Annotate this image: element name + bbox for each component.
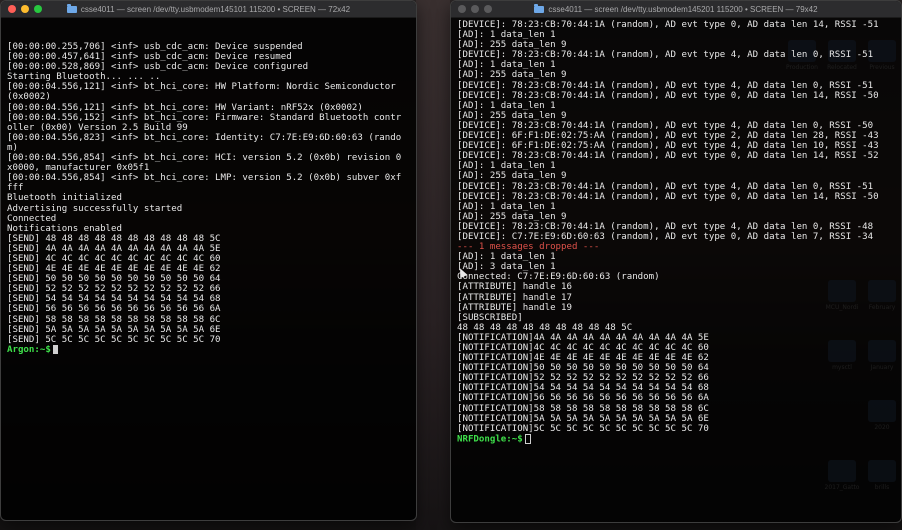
terminal-line: [NOTIFICATION]54 54 54 54 54 54 54 54 54… bbox=[457, 383, 709, 394]
terminal-window-nrfdongle[interactable]: csse4011 — screen /dev/tty.usbmodem14520… bbox=[450, 0, 902, 523]
terminal-line: [SEND] 5A 5A 5A 5A 5A 5A 5A 5A 5A 5A 6E bbox=[7, 324, 221, 335]
window-title: csse4011 — screen /dev/tty.usbmodem14510… bbox=[80, 4, 351, 14]
terminal-line: [SEND] 56 56 56 56 56 56 56 56 56 56 6A bbox=[7, 304, 221, 315]
terminal-line: [DEVICE]: 78:23:CB:70:44:1A (random), AD… bbox=[457, 221, 874, 232]
folder-icon bbox=[66, 3, 77, 13]
terminal-line: [DEVICE]: 78:23:CB:70:44:1A (random), AD… bbox=[457, 80, 874, 91]
terminal-line: [AD]: 1 data_len 1 bbox=[457, 60, 556, 71]
terminal-line: Starting Bluetooth... ... .. bbox=[7, 72, 161, 83]
terminal-line: x0000, manufacturer 0x05f1 bbox=[7, 163, 150, 174]
terminal-line: [SEND] 48 48 48 48 48 48 48 48 48 48 5C bbox=[7, 233, 221, 244]
terminal-line: [AD]: 255 data_len 9 bbox=[457, 40, 567, 51]
text-cursor bbox=[524, 433, 531, 444]
desktop-background bbox=[416, 0, 450, 530]
terminal-line: Connected bbox=[7, 213, 57, 224]
terminal-line: oller (0x00) Version 2.5 Build 99 bbox=[7, 122, 188, 133]
terminal-line: [00:00:04.556,152] <inf> bt_hci_core: Fi… bbox=[7, 112, 402, 123]
terminal-line: [DEVICE]: 78:23:CB:70:44:1A (random), AD… bbox=[457, 151, 879, 162]
terminal-line: [AD]: 1 data_len 1 bbox=[457, 161, 556, 172]
terminal-line: Connected: C7:7E:E9:6D:60:63 (random) bbox=[457, 272, 660, 283]
terminal-line: [00:00:00.457,641] <inf> usb_cdc_acm: De… bbox=[7, 52, 292, 63]
terminal-line: [SEND] 4E 4E 4E 4E 4E 4E 4E 4E 4E 4E 62 bbox=[7, 264, 221, 275]
terminal-line: [NOTIFICATION]58 58 58 58 58 58 58 58 58… bbox=[457, 403, 709, 414]
zoom-button[interactable] bbox=[34, 5, 42, 13]
terminal-line: [NOTIFICATION]5A 5A 5A 5A 5A 5A 5A 5A 5A… bbox=[457, 413, 709, 424]
terminal-line: [NOTIFICATION]5C 5C 5C 5C 5C 5C 5C 5C 5C… bbox=[457, 423, 709, 434]
terminal-line: Notifications enabled bbox=[7, 223, 122, 234]
terminal-line: [NOTIFICATION]52 52 52 52 52 52 52 52 52… bbox=[457, 373, 709, 384]
terminal-line: [DEVICE]: C7:7E:E9:6D:60:63 (random), AD… bbox=[457, 231, 874, 242]
terminal-line: [SEND] 50 50 50 50 50 50 50 50 50 50 64 bbox=[7, 274, 221, 285]
terminal-line: [AD]: 255 data_len 9 bbox=[457, 211, 567, 222]
window-titlebar[interactable]: csse4011 — screen /dev/tty.usbmodem14510… bbox=[1, 1, 416, 18]
terminal-line: [00:00:04.556,121] <inf> bt_hci_core: HW… bbox=[7, 102, 363, 113]
shell-prompt: NRFDongle:~$ bbox=[457, 434, 523, 445]
terminal-line: [AD]: 3 data_len 1 bbox=[457, 262, 556, 273]
terminal-line: Bluetooth initialized bbox=[7, 193, 122, 204]
prompt-line[interactable]: NRFDongle:~$ bbox=[457, 433, 901, 445]
terminal-line: [DEVICE]: 6F:F1:DE:02:75:AA (random), AD… bbox=[457, 131, 879, 142]
terminal-line: [AD]: 1 data_len 1 bbox=[457, 201, 556, 212]
terminal-line: [DEVICE]: 78:23:CB:70:44:1A (random), AD… bbox=[457, 90, 879, 101]
terminal-line: [DEVICE]: 78:23:CB:70:44:1A (random), AD… bbox=[457, 20, 879, 30]
window-title-wrap: csse4011 — screen /dev/tty.usbmodem14510… bbox=[66, 3, 351, 14]
terminal-line: [AD]: 1 data_len 1 bbox=[457, 100, 556, 111]
window-title: csse4011 — screen /dev/tty.usbmodem14520… bbox=[548, 4, 818, 14]
terminal-line: [SEND] 54 54 54 54 54 54 54 54 54 54 68 bbox=[7, 294, 221, 305]
terminal-line: m) bbox=[7, 142, 18, 153]
terminal-line: [ATTRIBUTE] handle 17 bbox=[457, 292, 572, 303]
terminal-line: [NOTIFICATION]4C 4C 4C 4C 4C 4C 4C 4C 4C… bbox=[457, 343, 709, 353]
shell-prompt: Argon:~$ bbox=[7, 344, 51, 355]
prompt-line[interactable]: Argon:~$ bbox=[7, 344, 416, 355]
terminal-line: (0x0002) bbox=[7, 92, 51, 103]
terminal-line: [ATTRIBUTE] handle 19 bbox=[457, 302, 572, 313]
terminal-line: [NOTIFICATION]50 50 50 50 50 50 50 50 50… bbox=[457, 363, 709, 374]
terminal-line: [NOTIFICATION]4A 4A 4A 4A 4A 4A 4A 4A 4A… bbox=[457, 332, 709, 343]
terminal-line: [ATTRIBUTE] handle 16 bbox=[457, 282, 572, 293]
window-titlebar[interactable]: csse4011 — screen /dev/tty.usbmodem14520… bbox=[451, 1, 901, 18]
window-controls bbox=[458, 5, 492, 13]
zoom-button[interactable] bbox=[484, 5, 492, 13]
terminal-line: [SEND] 58 58 58 58 58 58 58 58 58 58 6C bbox=[7, 314, 221, 325]
terminal-line: [SEND] 4C 4C 4C 4C 4C 4C 4C 4C 4C 4C 60 bbox=[7, 253, 221, 264]
terminal-line: [DEVICE]: 78:23:CB:70:44:1A (random), AD… bbox=[457, 181, 874, 192]
window-title-wrap: csse4011 — screen /dev/tty.usbmodem14520… bbox=[534, 3, 818, 14]
terminal-output[interactable]: [DEVICE]: 78:23:CB:70:44:1A (random), AD… bbox=[451, 18, 901, 444]
close-button[interactable] bbox=[458, 5, 466, 13]
minimize-button[interactable] bbox=[471, 5, 479, 13]
terminal-line: [DEVICE]: 78:23:CB:70:44:1A (random), AD… bbox=[457, 50, 874, 61]
terminal-line: 48 48 48 48 48 48 48 48 48 48 5C bbox=[457, 322, 633, 333]
terminal-line: [00:00:00.255,706] <inf> usb_cdc_acm: De… bbox=[7, 42, 303, 52]
terminal-line: [NOTIFICATION]4E 4E 4E 4E 4E 4E 4E 4E 4E… bbox=[457, 353, 709, 364]
terminal-line: [DEVICE]: 78:23:CB:70:44:1A (random), AD… bbox=[457, 191, 879, 202]
terminal-line: [SEND] 4A 4A 4A 4A 4A 4A 4A 4A 4A 4A 5E bbox=[7, 243, 221, 254]
terminal-line: [AD]: 255 data_len 9 bbox=[457, 110, 567, 121]
terminal-line: [DEVICE]: 6F:F1:DE:02:75:AA (random), AD… bbox=[457, 141, 879, 152]
text-cursor bbox=[52, 344, 58, 354]
terminal-output[interactable]: [00:00:00.255,706] <inf> usb_cdc_acm: De… bbox=[1, 18, 416, 355]
terminal-window-argon[interactable]: csse4011 — screen /dev/tty.usbmodem14510… bbox=[0, 0, 417, 521]
terminal-line: [DEVICE]: 78:23:CB:70:44:1A (random), AD… bbox=[457, 120, 874, 131]
terminal-line: [AD]: 255 data_len 9 bbox=[457, 70, 567, 81]
window-controls bbox=[8, 5, 42, 13]
terminal-line: [00:00:04.556,121] <inf> bt_hci_core: HW… bbox=[7, 82, 396, 93]
folder-icon bbox=[534, 3, 545, 13]
terminal-line: [00:00:04.556,854] <inf> bt_hci_core: LM… bbox=[7, 173, 402, 184]
terminal-line: [00:00:00.528,869] <inf> usb_cdc_acm: De… bbox=[7, 62, 309, 73]
minimize-button[interactable] bbox=[21, 5, 29, 13]
dropped-message-line: --- 1 messages dropped --- bbox=[457, 242, 600, 253]
terminal-line: [SUBSCRIBED] bbox=[457, 312, 523, 323]
close-button[interactable] bbox=[8, 5, 16, 13]
terminal-line: fff bbox=[7, 183, 24, 194]
terminal-line: [00:00:04.556,854] <inf> bt_hci_core: HC… bbox=[7, 153, 402, 164]
terminal-line: [AD]: 1 data_len 1 bbox=[457, 252, 556, 263]
terminal-line: [AD]: 1 data_len 1 bbox=[457, 30, 556, 41]
terminal-line: [SEND] 52 52 52 52 52 52 52 52 52 52 66 bbox=[7, 284, 221, 295]
terminal-line: [NOTIFICATION]56 56 56 56 56 56 56 56 56… bbox=[457, 393, 709, 404]
terminal-line: [00:00:04.556,823] <inf> bt_hci_core: Id… bbox=[7, 132, 402, 143]
terminal-line: [SEND] 5C 5C 5C 5C 5C 5C 5C 5C 5C 5C 70 bbox=[7, 334, 221, 345]
terminal-line: Advertising successfully started bbox=[7, 203, 183, 214]
terminal-line: [AD]: 255 data_len 9 bbox=[457, 171, 567, 182]
